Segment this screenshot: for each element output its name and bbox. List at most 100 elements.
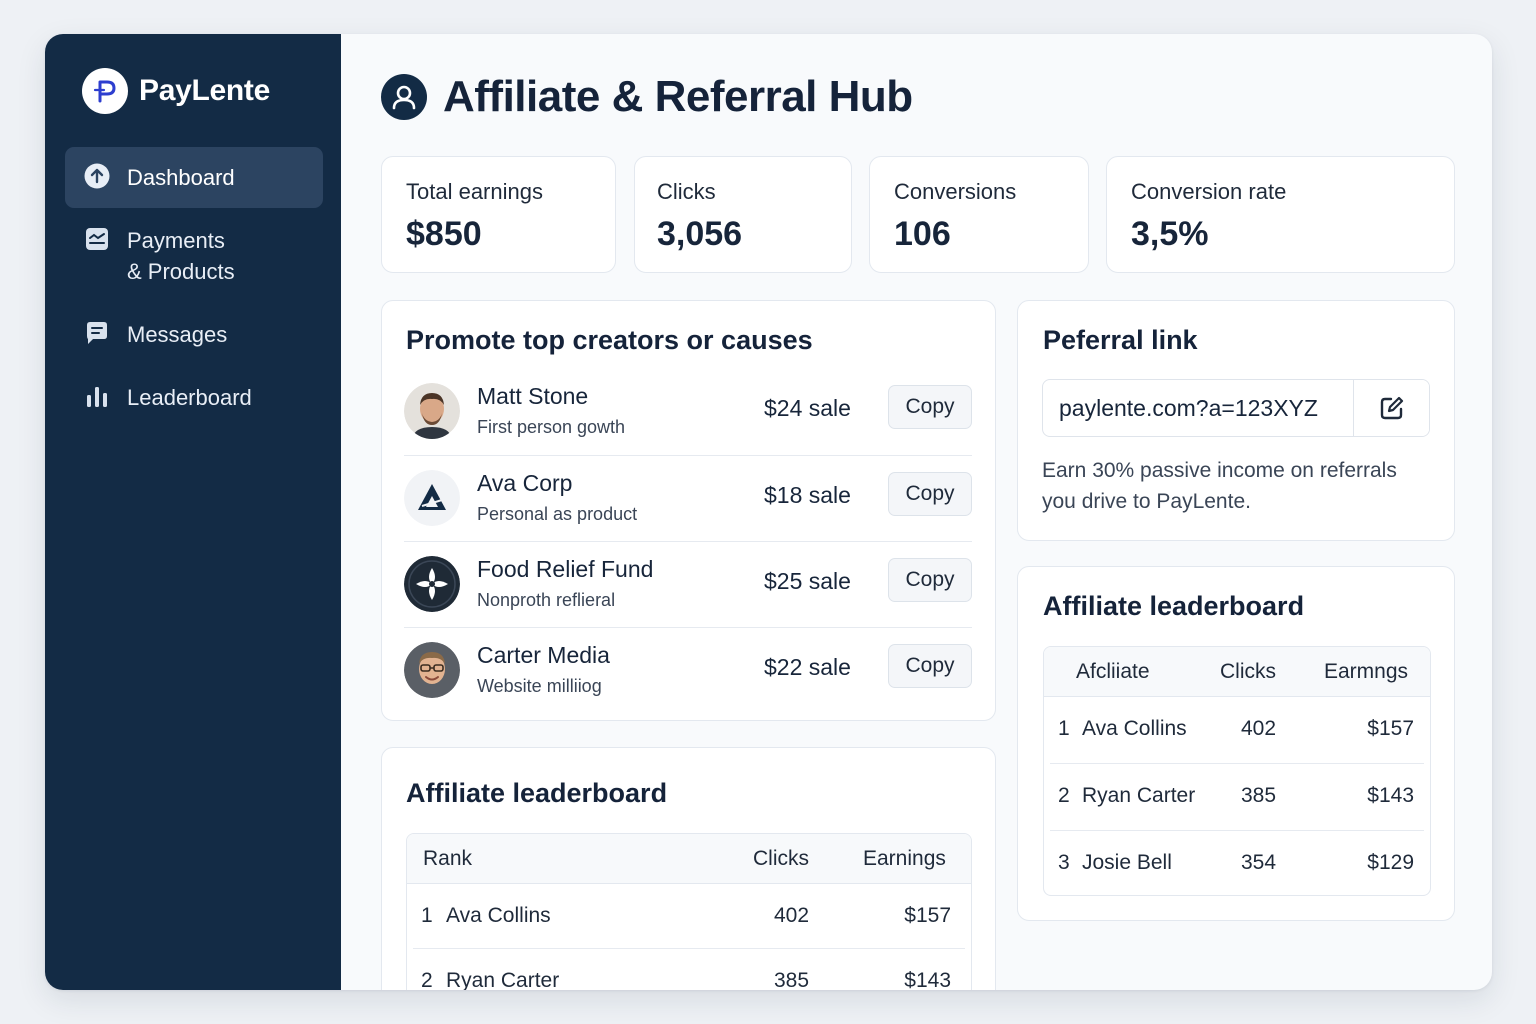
brand-name: PayLente xyxy=(139,74,270,107)
earnings-cell: $143 xyxy=(1367,784,1414,807)
bar-chart-icon xyxy=(83,382,111,410)
triangle-logo-icon xyxy=(404,470,460,526)
stat-label: Total earnings xyxy=(406,179,543,204)
rank-cell: 3 xyxy=(1058,851,1070,874)
flower-logo-icon xyxy=(404,556,460,612)
table-header: Rank Clicks Earnings xyxy=(407,834,971,884)
rank-cell: 1 xyxy=(421,904,433,927)
creator-sale: $24 sale xyxy=(764,395,851,421)
copy-button[interactable]: Copy xyxy=(888,385,972,429)
sidebar-item-payments-products[interactable]: Payments & Products xyxy=(65,210,323,302)
arrow-up-circle-icon xyxy=(83,162,111,190)
stat-card-clicks: Clicks 3,056 xyxy=(634,156,852,273)
sidebar-item-leaderboard[interactable]: Leaderboard xyxy=(65,367,323,428)
promote-title: Promote top creators or causes xyxy=(406,325,813,355)
name-cell: Ryan Carter xyxy=(1082,784,1196,807)
clicks-cell: 402 xyxy=(774,904,810,927)
rank-cell: 2 xyxy=(421,969,433,990)
name-cell: Josie Bell xyxy=(1082,851,1172,874)
clicks-cell: 385 xyxy=(774,969,810,990)
table-row[interactable]: 2 Ryan Carter 385 $143 xyxy=(1044,764,1430,830)
sidebar-item-messages[interactable]: Messages xyxy=(65,304,323,365)
creator-subtitle: Personal as product xyxy=(477,504,638,524)
table-row[interactable]: 1 Ava Collins 402 $157 xyxy=(407,884,971,950)
leaderboard-title: Affiliate leaderboard xyxy=(406,778,668,808)
stat-card-conversion-rate: Conversion rate 3,5% xyxy=(1106,156,1455,273)
column-header-rank: Rank xyxy=(423,847,473,870)
chart-card-icon xyxy=(83,225,111,253)
paylente-logo-icon xyxy=(82,68,128,114)
earnings-cell: $129 xyxy=(1367,851,1414,874)
sidebar-nav: Dashboard Payments & Products Messages L… xyxy=(65,147,323,430)
stat-card-conversions: Conversions 106 xyxy=(869,156,1089,273)
column-header-affiliate: Afcliiate xyxy=(1076,660,1150,683)
clicks-cell: 385 xyxy=(1241,784,1277,807)
creator-row-carter-media: Carter Media Website milliiog $22 sale C… xyxy=(404,627,972,713)
stat-label: Conversion rate xyxy=(1131,179,1287,204)
referral-title: Peferral link xyxy=(1043,325,1198,355)
clicks-cell: 354 xyxy=(1241,851,1277,874)
name-cell: Ryan Carter xyxy=(446,969,560,990)
copy-button[interactable]: Copy xyxy=(888,472,972,516)
copy-button[interactable]: Copy xyxy=(888,558,972,602)
column-header-clicks: Clicks xyxy=(1220,660,1276,683)
copy-button[interactable]: Copy xyxy=(888,644,972,688)
earnings-cell: $143 xyxy=(904,969,951,990)
brand[interactable]: PayLente xyxy=(82,68,270,114)
creator-name: Ava Corp xyxy=(477,470,573,496)
promote-card: Promote top creators or causes Matt Ston… xyxy=(381,300,996,721)
stat-value: 106 xyxy=(894,215,951,253)
rank-cell: 1 xyxy=(1058,717,1070,740)
referral-link-input[interactable] xyxy=(1043,380,1353,436)
column-header-clicks: Clicks xyxy=(753,847,809,870)
sidebar-item-label: Dashboard xyxy=(127,165,235,190)
stat-value: 3,056 xyxy=(657,215,743,253)
person-avatar xyxy=(404,383,460,439)
referral-description: Earn 30% passive income on referrals you… xyxy=(1042,459,1397,513)
leaderboard-table: Rank Clicks Earnings 1 Ava Collins 402 $… xyxy=(406,833,972,990)
creator-name: Food Relief Fund xyxy=(477,556,654,582)
column-header-earnings: Earnings xyxy=(863,847,946,870)
edit-icon[interactable] xyxy=(1353,380,1429,436)
stat-label: Clicks xyxy=(657,179,716,204)
name-cell: Ava Collins xyxy=(446,904,551,927)
table-row[interactable]: 2 Ryan Carter 385 $143 xyxy=(407,949,971,990)
sidebar-item-label: Payments & Products xyxy=(127,228,235,284)
leaderboard-title: Affiliate leaderboard xyxy=(1043,591,1305,621)
creator-subtitle: Website milliiog xyxy=(477,676,602,696)
affiliate-leaderboard-right-card: Affiliate leaderboard Afcliiate Clicks E… xyxy=(1017,566,1455,921)
app-window: PayLente Dashboard Payments & Products M… xyxy=(45,34,1492,990)
affiliate-leaderboard-bottom-card: Affiliate leaderboard Rank Clicks Earnin… xyxy=(381,747,996,990)
sidebar-item-dashboard[interactable]: Dashboard xyxy=(65,147,323,208)
creator-sale: $25 sale xyxy=(764,568,851,594)
creator-sale: $22 sale xyxy=(764,654,851,680)
creator-subtitle: Nonproth reflieral xyxy=(477,590,616,610)
earnings-cell: $157 xyxy=(1367,717,1414,740)
table-row[interactable]: 3 Josie Bell 354 $129 xyxy=(1044,831,1430,895)
stat-card-total-earnings: Total earnings $850 xyxy=(381,156,616,273)
creator-name: Matt Stone xyxy=(477,383,589,409)
sidebar: PayLente Dashboard Payments & Products M… xyxy=(45,34,341,990)
creator-subtitle: First person gowth xyxy=(477,417,626,437)
creator-row-matt-stone: Matt Stone First person gowth $24 sale C… xyxy=(404,369,972,455)
name-cell: Ava Collins xyxy=(1082,717,1187,740)
leaderboard-table: Afcliiate Clicks Earmngs 1 Ava Collins 4… xyxy=(1043,646,1431,896)
creator-sale: $18 sale xyxy=(764,482,851,508)
rank-cell: 2 xyxy=(1058,784,1070,807)
earnings-cell: $157 xyxy=(904,904,951,927)
sidebar-item-label: Leaderboard xyxy=(127,385,252,410)
person-glasses-avatar xyxy=(404,642,460,698)
creator-row-ava-corp: Ava Corp Personal as product $18 sale Co… xyxy=(404,455,972,541)
referral-link-field xyxy=(1042,379,1430,437)
page-header: Affiliate & Referral Hub xyxy=(381,72,913,122)
stat-value: 3,5% xyxy=(1131,215,1209,253)
table-row[interactable]: 1 Ava Collins 402 $157 xyxy=(1044,697,1430,763)
message-icon xyxy=(83,319,111,347)
stat-value: $850 xyxy=(406,215,482,253)
column-header-earnings: Earmngs xyxy=(1324,660,1409,683)
user-circle-icon xyxy=(381,74,427,120)
stat-label: Conversions xyxy=(894,179,1017,204)
page-title: Affiliate & Referral Hub xyxy=(443,72,913,121)
clicks-cell: 402 xyxy=(1241,717,1277,740)
table-header: Afcliiate Clicks Earmngs xyxy=(1044,647,1430,697)
